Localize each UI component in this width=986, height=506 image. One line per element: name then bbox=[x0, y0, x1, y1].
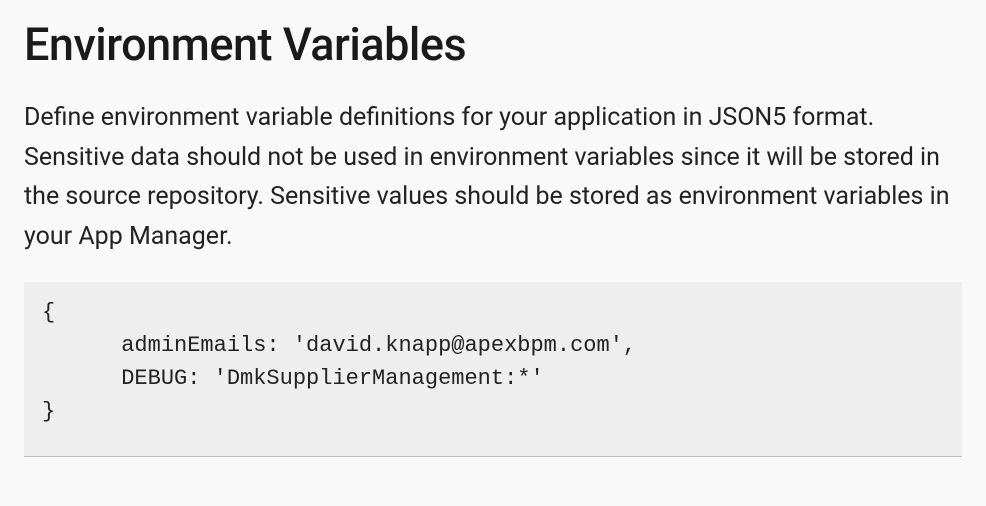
page-title: Environment Variables bbox=[24, 18, 962, 72]
code-block[interactable]: { adminEmails: 'david.knapp@apexbpm.com'… bbox=[24, 282, 962, 457]
description-text: Define environment variable definitions … bbox=[24, 98, 962, 256]
